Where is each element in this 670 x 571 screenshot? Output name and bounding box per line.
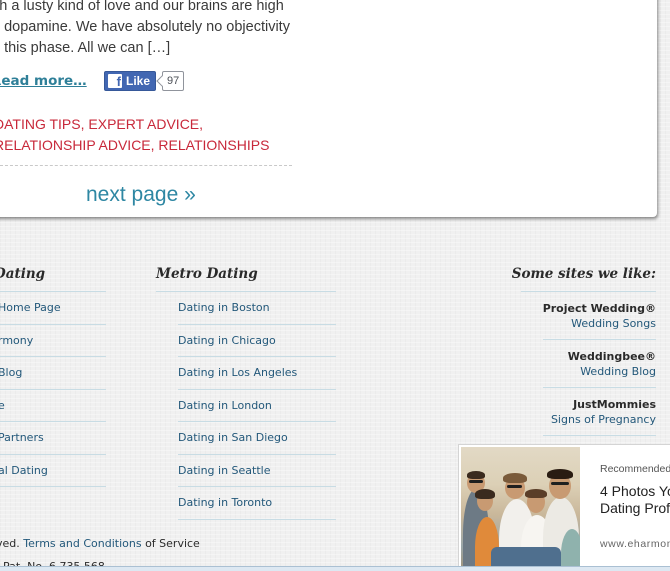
site-item: Weddingbee® Wedding Blog (543, 340, 656, 388)
facebook-f-icon: f (108, 74, 122, 88)
facebook-like-label: Like (126, 74, 151, 88)
recommended-ad-widget[interactable]: Recommended 4 Photos Yo Dating Prof www.… (458, 444, 670, 571)
site-item: JustMommies Signs of Pregnancy (543, 388, 656, 436)
list-item: al Dating (0, 455, 106, 487)
recommended-photo (461, 447, 580, 571)
sites-we-like-title: Some sites we like: (511, 266, 656, 282)
recommended-title-line: Dating Prof (600, 499, 670, 516)
list-item: Dating in San Diego (178, 422, 336, 455)
footer-link[interactable]: rmony (0, 334, 33, 347)
recommended-title[interactable]: 4 Photos Yo Dating Prof (600, 483, 670, 516)
recommended-label: Recommended (600, 463, 670, 475)
list-item: Partners (0, 422, 106, 455)
metro-link-san-diego[interactable]: Dating in San Diego (178, 431, 288, 444)
dashed-divider (0, 165, 292, 166)
site-item: Project Wedding® Wedding Songs (543, 292, 656, 340)
copyright-text: ved. (0, 537, 20, 550)
site-name: JustMommies (573, 398, 656, 411)
excerpt-line: n dopamine. We have absolutely no object… (0, 19, 290, 35)
site-link[interactable]: Signs of Pregnancy (551, 412, 656, 428)
tag-link[interactable]: Dating Tips (0, 116, 81, 132)
metro-link-toronto[interactable]: Dating in Toronto (178, 496, 272, 509)
sites-we-like-list: Project Wedding® Wedding Songs Weddingbe… (543, 292, 656, 436)
list-item: Dating in Toronto (178, 487, 336, 520)
facebook-like-widget: f Like 97 (104, 71, 185, 91)
site-link[interactable]: Wedding Blog (580, 364, 656, 380)
footer-link[interactable]: e (0, 399, 5, 412)
copyright-line: ved. Terms and Conditions of Service (0, 537, 200, 550)
list-item: Dating in Seattle (178, 455, 336, 487)
tag-link[interactable]: Expert Advice (88, 116, 199, 132)
tag-link[interactable]: Relationship Advice (0, 137, 151, 153)
footer-col1-title: Dating (0, 266, 46, 282)
site-name: Weddingbee® (567, 350, 656, 363)
facebook-like-count: 97 (162, 71, 185, 91)
browser-status-strip (0, 566, 670, 571)
excerpt-line: ith a lusty kind of love and our brains … (0, 0, 284, 14)
list-item: e (0, 390, 106, 422)
tag-link[interactable]: Relationships (158, 137, 269, 153)
metro-link-seattle[interactable]: Dating in Seattle (178, 464, 271, 477)
recommended-title-line: 4 Photos Yo (600, 483, 670, 499)
list-item: Blog (0, 357, 106, 390)
list-item: Home Page (0, 292, 106, 325)
metro-link-chicago[interactable]: Dating in Chicago (178, 334, 276, 347)
list-item: Dating in Chicago (178, 325, 336, 357)
excerpt-line: n this phase. All we can […] (0, 40, 171, 56)
list-item: Dating in Boston (178, 292, 336, 325)
metro-link-boston[interactable]: Dating in Boston (178, 301, 270, 314)
metro-link-london[interactable]: Dating in London (178, 399, 272, 412)
footer-link[interactable]: Partners (0, 431, 44, 444)
facebook-like-button[interactable]: f Like (104, 71, 157, 91)
site-link[interactable]: Wedding Songs (571, 316, 656, 332)
recommended-url: www.eharmon (600, 538, 670, 550)
list-item: Dating in London (178, 390, 336, 422)
copyright-text: of Service (141, 537, 200, 550)
footer-col1-links: Home Page rmony Blog e Partners al Datin… (0, 292, 106, 487)
footer-link[interactable]: al Dating (0, 464, 48, 477)
list-item: rmony (0, 325, 106, 357)
list-item: Dating in Los Angeles (178, 357, 336, 390)
footer-metro-dating-title: Metro Dating (156, 266, 258, 282)
footer-link[interactable]: Home Page (0, 301, 61, 314)
article-excerpt: ith a lusty kind of love and our brains … (0, 0, 332, 59)
metro-link-los-angeles[interactable]: Dating in Los Angeles (178, 366, 297, 379)
metro-dating-links: Dating in Boston Dating in Chicago Datin… (178, 292, 336, 520)
footer-link[interactable]: Blog (0, 366, 22, 379)
site-name: Project Wedding® (542, 302, 656, 315)
article-tags: Dating Tips, Expert Advice, Relationship… (0, 114, 294, 156)
terms-link[interactable]: Terms and Conditions (23, 537, 141, 550)
next-page-link[interactable]: next page » (86, 183, 196, 207)
read-more-link[interactable]: Read more… (0, 73, 87, 89)
